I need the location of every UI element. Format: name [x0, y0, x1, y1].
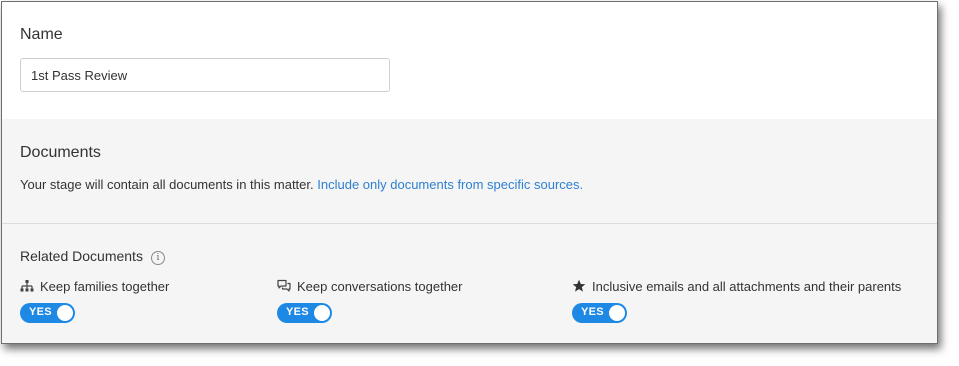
- keep-families-toggle[interactable]: YES: [20, 303, 75, 323]
- option-header: Keep conversations together: [277, 279, 463, 295]
- star-icon: [572, 279, 586, 293]
- option-label: Keep conversations together: [297, 279, 463, 294]
- toggle-knob: [609, 305, 625, 321]
- toggle-knob: [314, 305, 330, 321]
- inclusive-emails-toggle[interactable]: YES: [572, 303, 627, 323]
- section-divider: [2, 223, 937, 224]
- option-header: Keep families together: [20, 279, 169, 295]
- option-keep-families: Keep families together YES: [20, 279, 169, 323]
- documents-section: Documents Your stage will contain all do…: [2, 119, 937, 343]
- option-keep-conversations: Keep conversations together YES: [277, 279, 463, 323]
- related-documents-label: Related Documents: [20, 248, 143, 264]
- name-section: Name: [2, 2, 937, 119]
- documents-label: Documents: [20, 144, 101, 161]
- related-documents-heading: Related Documents i: [20, 248, 165, 265]
- option-inclusive-emails: Inclusive emails and all attachments and…: [572, 279, 901, 323]
- documents-description-text: Your stage will contain all documents in…: [20, 177, 314, 192]
- conversation-icon: [277, 279, 291, 293]
- toggle-state-label: YES: [286, 306, 309, 318]
- option-label: Inclusive emails and all attachments and…: [592, 279, 902, 294]
- option-header: Inclusive emails and all attachments and…: [572, 279, 901, 295]
- toggle-state-label: YES: [29, 306, 52, 318]
- toggle-state-label: YES: [581, 306, 604, 318]
- name-input[interactable]: [20, 58, 390, 92]
- info-icon[interactable]: i: [150, 251, 165, 265]
- specific-sources-link[interactable]: Include only documents from specific sou…: [317, 177, 583, 192]
- option-label: Keep families together: [40, 279, 170, 294]
- documents-description: Your stage will contain all documents in…: [20, 177, 583, 192]
- stage-settings-panel: Name Documents Your stage will contain a…: [1, 1, 938, 344]
- hierarchy-icon: [20, 279, 34, 293]
- toggle-knob: [57, 305, 73, 321]
- name-label: Name: [20, 26, 63, 43]
- keep-conversations-toggle[interactable]: YES: [277, 303, 332, 323]
